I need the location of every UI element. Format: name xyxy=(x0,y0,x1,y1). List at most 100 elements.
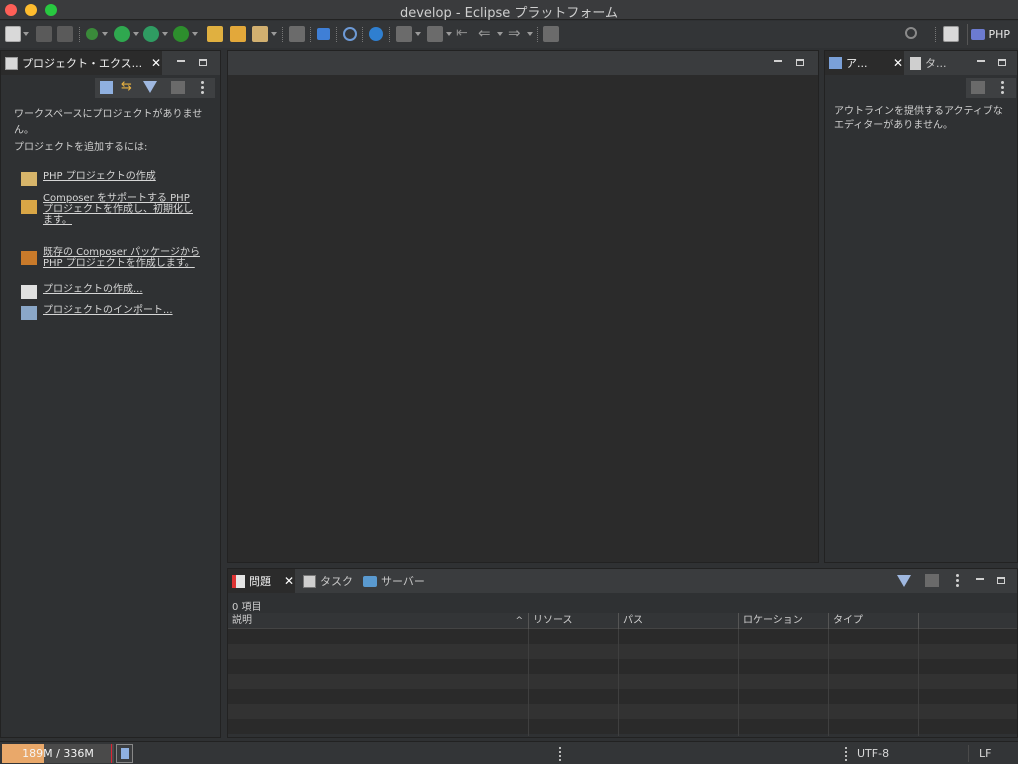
table-row xyxy=(228,659,1017,674)
back-icon[interactable]: ⇐ xyxy=(478,26,494,42)
filter-icon[interactable] xyxy=(143,81,157,93)
table-row xyxy=(228,704,1017,719)
external-tools-icon[interactable] xyxy=(173,26,189,42)
run-icon[interactable] xyxy=(114,26,130,42)
last-edit-icon[interactable]: ⇤ xyxy=(456,26,472,42)
save-icon[interactable] xyxy=(36,26,52,42)
new-php-project-icon[interactable] xyxy=(207,26,223,42)
table-row xyxy=(228,644,1017,659)
column-header-label: パス xyxy=(623,615,643,626)
view-menu-icon[interactable] xyxy=(201,81,204,96)
trash-icon xyxy=(120,748,129,759)
external-tools-dropdown-icon[interactable] xyxy=(192,32,198,36)
link-with-editor-icon[interactable]: ⇆ xyxy=(121,80,132,94)
close-icon[interactable]: ✕ xyxy=(892,56,904,70)
perspective-php-button[interactable]: PHP xyxy=(967,24,1014,45)
view-menu-icon[interactable] xyxy=(1001,81,1004,96)
problems-tabbar: 問題 ✕ タスク サーバー xyxy=(228,569,1017,593)
table-row xyxy=(228,674,1017,689)
focus-icon[interactable] xyxy=(971,81,985,94)
heap-status[interactable]: 189M / 336M xyxy=(2,744,114,763)
new-icon[interactable] xyxy=(5,26,21,42)
outline-tabbar: ア... ✕ タ... xyxy=(825,51,1017,75)
back-dropdown-icon[interactable] xyxy=(497,32,503,36)
create-composer-project-link[interactable]: Composer をサポートする PHP プロジェクトを作成し、初期化し ます。 xyxy=(21,193,193,226)
link-line: Composer をサポートする PHP xyxy=(43,193,190,204)
column-header-label: 説明 xyxy=(232,615,252,626)
coverage-icon[interactable] xyxy=(143,26,159,42)
close-icon[interactable]: ✕ xyxy=(150,56,162,70)
column-description[interactable]: 説明 ^ xyxy=(228,613,528,629)
coverage-dropdown-icon[interactable] xyxy=(162,32,168,36)
column-location[interactable]: ロケーション xyxy=(738,613,828,629)
collapse-all-icon[interactable] xyxy=(100,81,113,94)
focus-icon[interactable] xyxy=(171,81,185,94)
annotation-icon[interactable] xyxy=(289,26,305,42)
window-title: develop - Eclipse プラットフォーム xyxy=(399,6,619,21)
minimize-icon[interactable] xyxy=(774,60,782,62)
tab-project-explorer[interactable]: プロジェクト・エクス... ✕ xyxy=(1,51,162,75)
line-delimiter[interactable]: LF xyxy=(979,747,991,760)
minimize-icon[interactable] xyxy=(977,60,985,62)
save-all-icon[interactable] xyxy=(57,26,73,42)
create-from-composer-package-link[interactable]: 既存の Composer パッケージから PHP プロジェクトを作成します。 xyxy=(21,247,200,269)
forward-dropdown-icon[interactable] xyxy=(527,32,533,36)
table-header: 説明 ^ リソース パス ロケーション タイプ xyxy=(228,613,1017,629)
editor-area[interactable] xyxy=(227,50,819,563)
open-task-icon[interactable] xyxy=(252,26,268,42)
open-task-dropdown-icon[interactable] xyxy=(271,32,277,36)
debug-dropdown-icon[interactable] xyxy=(102,32,108,36)
column-path[interactable]: パス xyxy=(618,613,738,629)
forward-icon[interactable]: ⇒ xyxy=(508,26,524,42)
previous-annotation-dropdown-icon[interactable] xyxy=(446,32,452,36)
previous-annotation-icon[interactable] xyxy=(427,26,443,42)
file-encoding[interactable]: UTF-8 xyxy=(857,747,889,760)
tab-outline[interactable]: ア... ✕ xyxy=(825,51,904,75)
minimize-icon[interactable] xyxy=(177,60,185,62)
new-dropdown-icon[interactable] xyxy=(23,32,29,36)
column-divider xyxy=(738,629,739,736)
maximize-icon[interactable] xyxy=(199,59,207,66)
maximize-icon[interactable] xyxy=(998,59,1006,66)
debug-icon[interactable] xyxy=(86,28,98,40)
create-project-link[interactable]: プロジェクトの作成... xyxy=(21,284,143,299)
settings-icon[interactable] xyxy=(369,27,383,41)
run-dropdown-icon[interactable] xyxy=(133,32,139,36)
tab-task-list[interactable]: タ... xyxy=(910,51,960,75)
outline-message-line: エディターがありません。 xyxy=(834,120,953,131)
run-garbage-collector-button[interactable] xyxy=(116,744,133,763)
import-project-icon xyxy=(21,306,37,320)
new-php-project-icon xyxy=(21,172,37,186)
tab-problems[interactable]: 問題 ✕ xyxy=(228,569,295,593)
tab-servers[interactable]: サーバー xyxy=(363,569,425,593)
problems-panel: 問題 ✕ タスク サーバー 0 項目 説明 ^ リソース パス ロケーション タ… xyxy=(227,568,1018,738)
filter-icon[interactable] xyxy=(897,575,911,587)
title-bar: develop - Eclipse プラットフォーム xyxy=(0,0,1018,21)
view-menu-icon[interactable] xyxy=(956,574,959,589)
toolbar-separator xyxy=(935,27,936,42)
create-php-project-link[interactable]: PHP プロジェクトの作成 xyxy=(21,171,156,186)
search-icon[interactable] xyxy=(905,27,917,39)
toolbar-separator xyxy=(282,27,283,42)
open-type-icon[interactable] xyxy=(230,26,246,42)
next-annotation-dropdown-icon[interactable] xyxy=(415,32,421,36)
focus-icon[interactable] xyxy=(925,574,939,587)
minimize-icon[interactable] xyxy=(976,578,984,580)
sort-ascending-icon: ^ xyxy=(515,616,523,626)
status-separator-handle xyxy=(845,747,847,763)
terminal-icon[interactable] xyxy=(317,28,330,40)
problems-table: 説明 ^ リソース パス ロケーション タイプ xyxy=(228,613,1017,736)
import-project-link[interactable]: プロジェクトのインポート... xyxy=(21,305,173,320)
open-perspective-icon[interactable] xyxy=(943,26,959,42)
column-type[interactable]: タイプ xyxy=(828,613,918,629)
maximize-icon[interactable] xyxy=(997,577,1005,584)
tab-tasks[interactable]: タスク xyxy=(303,569,353,593)
close-icon[interactable]: ✕ xyxy=(283,574,295,588)
next-annotation-icon[interactable] xyxy=(396,26,412,42)
maximize-icon[interactable] xyxy=(796,59,804,66)
column-resource[interactable]: リソース xyxy=(528,613,618,629)
link-line: PHP プロジェクトを作成します。 xyxy=(43,258,195,269)
add-projects-heading: プロジェクトを追加するには: xyxy=(14,142,148,153)
skip-breakpoints-icon[interactable] xyxy=(343,27,357,41)
pin-editor-icon[interactable] xyxy=(543,26,559,42)
